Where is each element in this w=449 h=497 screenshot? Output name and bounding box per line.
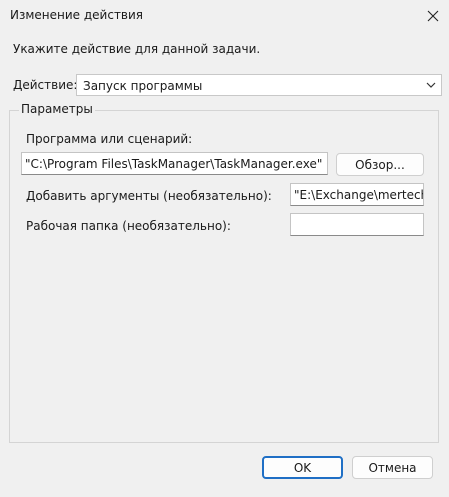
program-input[interactable]: "C:\Program Files\TaskManager\TaskManage… [21, 152, 328, 175]
working-dir-input[interactable] [290, 213, 424, 236]
chevron-down-icon [426, 82, 436, 88]
arguments-input[interactable]: "E:\Exchange\mertech\t [290, 183, 424, 206]
parameters-group-title: Параметры [19, 102, 95, 116]
dialog-body: Укажите действие для данной задачи. Дейс… [0, 32, 449, 497]
close-icon [427, 10, 439, 22]
program-label: Программа или сценарий: [26, 132, 193, 146]
close-button[interactable] [417, 0, 449, 32]
action-select-value: Запуск программы [83, 79, 203, 93]
instruction-text: Укажите действие для данной задачи. [13, 42, 261, 56]
program-input-value: "C:\Program Files\TaskManager\TaskManage… [25, 157, 323, 171]
browse-button[interactable]: Обзор... [336, 153, 424, 176]
action-label: Действие: [13, 78, 78, 92]
working-dir-label: Рабочая папка (необязательно): [26, 219, 231, 233]
arguments-label: Добавить аргументы (необязательно): [26, 189, 272, 203]
action-select[interactable]: Запуск программы [76, 74, 442, 96]
ok-button[interactable]: OK [262, 456, 343, 479]
arguments-input-value: "E:\Exchange\mertech\t [294, 188, 424, 202]
title-bar: Изменение действия [0, 0, 449, 32]
cancel-button[interactable]: Отмена [352, 456, 433, 479]
window-title: Изменение действия [10, 8, 144, 22]
